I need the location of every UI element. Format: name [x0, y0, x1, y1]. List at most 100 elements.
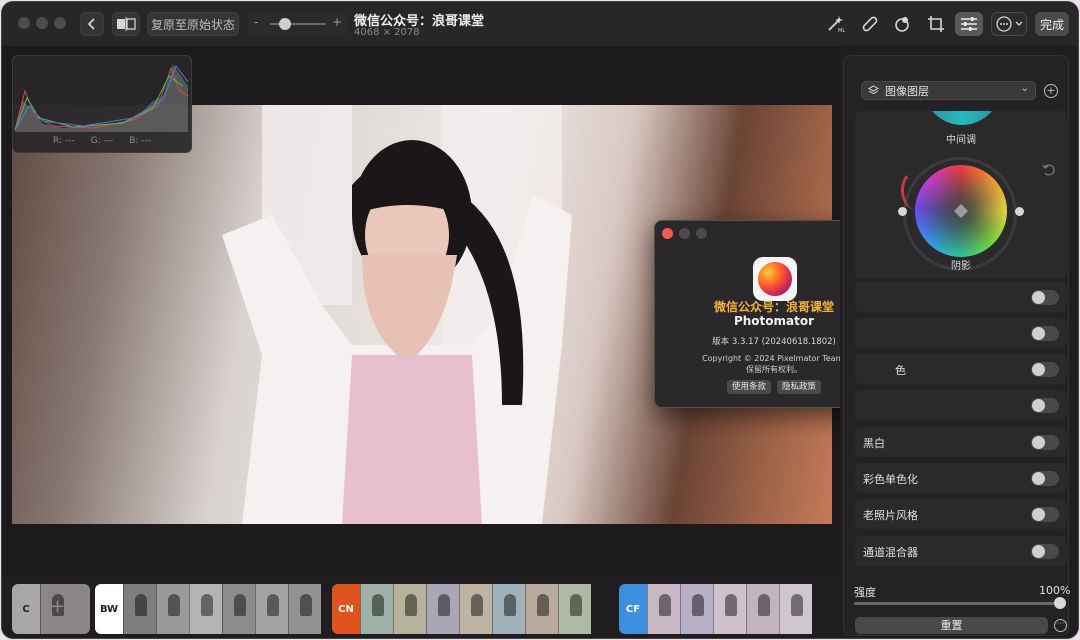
selective-color-icon	[895, 17, 909, 32]
preset-thumb[interactable]	[713, 584, 746, 634]
document-dimensions: 4068 × 2078	[354, 27, 420, 38]
adjust-button[interactable]	[955, 12, 983, 36]
repair-button[interactable]	[856, 12, 884, 36]
adjustments-list[interactable]: 图像图层 ⌄ + 中间调 阴影 色 黑白 彩色单色化 老照片风格 通道混合器 强…	[843, 55, 1071, 636]
histogram-r-label: R: ---	[52, 136, 75, 146]
about-close-button[interactable]	[662, 228, 673, 239]
adjustment-toggle[interactable]	[1031, 398, 1059, 413]
adjustment-row[interactable]	[855, 318, 1067, 348]
adjustment-row[interactable]	[855, 390, 1067, 420]
bandage-icon	[862, 16, 878, 32]
toolbar: 复原至原始状态 - + 微信公众号：浪哥课堂 4068 × 2078 ML 完成	[2, 2, 1078, 46]
preset-thumb[interactable]	[647, 584, 680, 634]
channel-mixer-toggle[interactable]	[1031, 544, 1059, 559]
layer-select[interactable]: 图像图层 ⌄	[861, 81, 1036, 100]
preset-thumb[interactable]	[288, 584, 321, 634]
done-button[interactable]: 完成	[1035, 12, 1069, 36]
svg-text:ML: ML	[838, 28, 845, 33]
black-white-row[interactable]: 黑白	[855, 427, 1067, 457]
preset-thumb[interactable]	[492, 584, 525, 634]
ml-enhance-button[interactable]: ML	[822, 12, 850, 36]
preset-thumb[interactable]	[746, 584, 779, 634]
about-minimize-button	[679, 228, 690, 239]
more-icon	[995, 16, 1012, 32]
color-balance-card: 中间调 阴影	[855, 111, 1067, 278]
more-options-icon[interactable]: ···	[1054, 619, 1067, 632]
add-preset-thumb[interactable]: +	[40, 584, 90, 634]
preset-thumb[interactable]	[255, 584, 288, 634]
terms-of-use-button[interactable]: 使用条款	[726, 380, 771, 394]
adjustment-row[interactable]	[855, 282, 1067, 312]
midtones-wheel-partial[interactable]	[923, 111, 1001, 125]
preset-group-c[interactable]: C +	[12, 584, 90, 634]
strength-slider[interactable]	[854, 602, 1066, 605]
adjustment-label: 黑白	[863, 437, 885, 450]
zoom-minus[interactable]: -	[254, 15, 258, 29]
strength-slider-knob[interactable]	[1054, 597, 1066, 609]
preset-thumb[interactable]	[426, 584, 459, 634]
strength-label: 强度	[854, 586, 876, 599]
preset-thumb[interactable]	[779, 584, 812, 634]
preset-thumb[interactable]	[156, 584, 189, 634]
back-button[interactable]	[80, 12, 104, 36]
histogram: R: --- G: --- B: ---	[12, 55, 192, 153]
sepia-toggle[interactable]	[1031, 507, 1059, 522]
preset-group-tag: C	[12, 584, 40, 634]
black-white-toggle[interactable]	[1031, 435, 1059, 450]
adjustment-label: 彩色单色化	[863, 473, 918, 486]
chevron-down-icon: ⌄	[1020, 83, 1029, 94]
restore-original-button[interactable]: 复原至原始状态	[147, 12, 239, 36]
sepia-row[interactable]: 老照片风格	[855, 499, 1067, 529]
adjustment-toggle[interactable]	[1031, 290, 1059, 305]
adjustment-label: 通道混合器	[863, 546, 918, 559]
histogram-g-label: G: ---	[90, 136, 114, 146]
crop-button[interactable]	[922, 12, 950, 36]
chevron-down-icon	[1015, 21, 1022, 26]
preset-thumb[interactable]	[459, 584, 492, 634]
close-window-button[interactable]	[18, 17, 30, 29]
preset-thumb[interactable]	[189, 584, 222, 634]
preset-group-bw[interactable]: BW	[95, 584, 326, 634]
zoom-slider[interactable]: - +	[248, 12, 348, 36]
zoom-knob[interactable]	[279, 18, 291, 30]
preset-thumb[interactable]	[558, 584, 591, 634]
channel-mixer-row[interactable]: 通道混合器	[855, 536, 1067, 566]
preset-group-cf[interactable]: CF	[619, 584, 832, 634]
app-window: 复原至原始状态 - + 微信公众号：浪哥课堂 4068 × 2078 ML 完成	[1, 1, 1079, 639]
color-monochrome-toggle[interactable]	[1031, 471, 1059, 486]
adjustment-label: 色	[895, 364, 906, 377]
chevron-left-icon	[87, 18, 95, 30]
more-options-button[interactable]	[991, 12, 1027, 36]
adjustment-row[interactable]: 色	[855, 354, 1067, 384]
strength-value: 100%	[1039, 584, 1071, 597]
color-monochrome-row[interactable]: 彩色单色化	[855, 463, 1067, 493]
layer-select-label: 图像图层	[885, 84, 929, 98]
zoom-plus[interactable]: +	[332, 15, 342, 29]
selective-color-button[interactable]	[888, 12, 916, 36]
shadows-left-knob[interactable]	[898, 207, 907, 216]
preset-thumb[interactable]	[360, 584, 393, 634]
preset-thumb[interactable]	[525, 584, 558, 634]
preset-thumb[interactable]	[123, 584, 156, 634]
plus-icon: +	[50, 596, 66, 617]
preset-thumb[interactable]	[393, 584, 426, 634]
reset-button[interactable]: 重置	[855, 617, 1048, 634]
preset-thumb[interactable]	[222, 584, 255, 634]
adjustment-toggle[interactable]	[1031, 326, 1059, 341]
photo-subject	[222, 140, 572, 524]
minimize-window-button[interactable]	[36, 17, 48, 29]
reset-wheel-icon[interactable]	[1042, 163, 1056, 177]
add-adjustment-icon[interactable]: +	[1044, 84, 1058, 98]
photomator-app-icon	[753, 257, 797, 301]
preset-group-tag: BW	[95, 584, 123, 634]
ml-magic-icon: ML	[828, 16, 845, 33]
histogram-graph	[14, 64, 189, 132]
privacy-policy-button[interactable]: 隐私政策	[777, 380, 822, 394]
compare-button[interactable]	[112, 12, 140, 36]
zoom-window-button[interactable]	[54, 17, 66, 29]
shadows-right-knob[interactable]	[1015, 207, 1024, 216]
adjustment-toggle[interactable]	[1031, 362, 1059, 377]
preset-filmstrip: C + BW CN CF	[2, 576, 840, 638]
preset-group-cn[interactable]: CN	[332, 584, 613, 634]
preset-thumb[interactable]	[680, 584, 713, 634]
